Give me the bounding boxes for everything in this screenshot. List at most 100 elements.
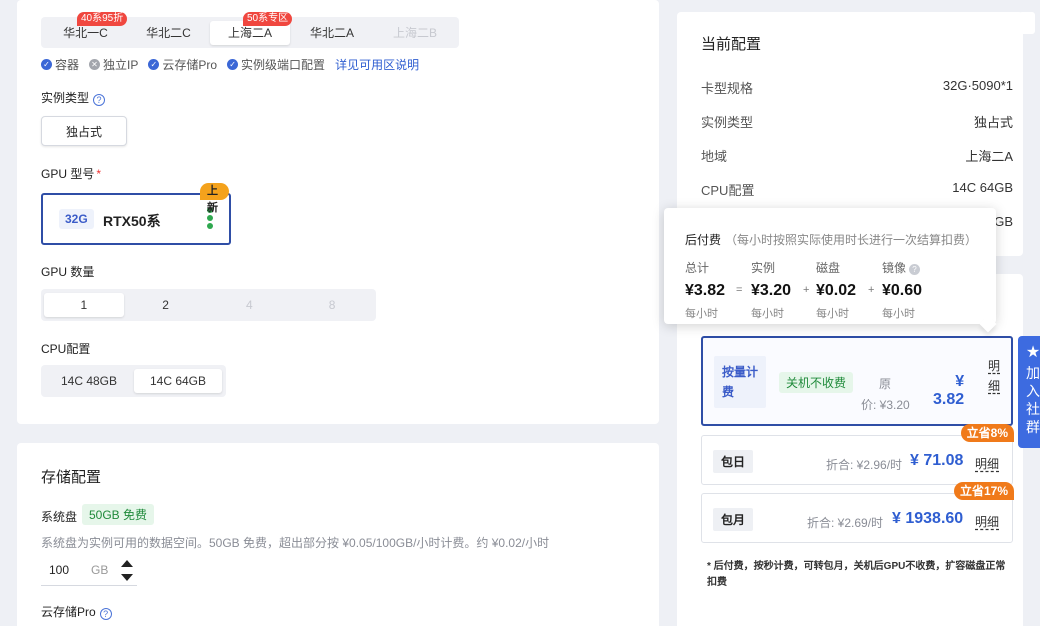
help-icon[interactable]: ? <box>99 608 112 620</box>
cpu-config-label: CPU配置 <box>41 342 91 356</box>
float-button-char: 社 <box>1026 401 1040 417</box>
system-disk-value[interactable]: 100 <box>49 563 69 577</box>
price-value: ¥0.02 <box>816 282 857 299</box>
check-icon: ✓ <box>41 59 52 70</box>
cpu-option-64[interactable]: 14C 64GB <box>134 369 222 393</box>
config-key: 地域 <box>701 149 728 164</box>
detail-line: 细 <box>988 379 1001 393</box>
price-breakdown-tooltip: 后付费 （每小时按照实际使用时长进行一次结算扣费） 总计 ¥3.82 每小时 = … <box>664 208 996 324</box>
gpu-count-option-1[interactable]: 1 <box>44 293 124 317</box>
required-mark: * <box>96 167 102 181</box>
region-tab-0[interactable]: 华北一C 40系95折 <box>44 11 128 45</box>
region-label: 上海二B <box>392 26 437 40</box>
plan-detail-link[interactable]: 明 细 <box>988 356 1000 396</box>
option-label: 14C 48GB <box>60 374 118 388</box>
plan-detail-link[interactable]: 明细 <box>975 455 999 472</box>
feature-label: 实例级端口配置 <box>241 58 326 72</box>
instance-type-text: 实例类型 <box>41 91 90 105</box>
free-badge: 50GB 免费 <box>82 504 155 525</box>
check-icon: ✓ <box>148 59 160 70</box>
price-label: 磁盘 <box>816 261 841 275</box>
float-button-char: 群 <box>1026 419 1040 435</box>
instance-config-card: 华北一C 40系95折 华北二C 上海二A 50系专区 华北二A 上海二B ✓ … <box>17 0 659 424</box>
feature-cloud: ✓ 云存储Pro <box>148 56 217 73</box>
config-row: 地域 上海二A <box>701 146 1013 165</box>
region-doc-link[interactable]: 详见可用区说明 <box>335 56 419 73</box>
config-row: 实例类型 独占式 <box>701 112 1013 131</box>
region-features: ✓ 容器 ✕ 独立IP ✓ 云存储Pro ✓ 实例级端口配置 详见可用区说明 <box>41 56 419 73</box>
gpu-model-text: GPU 型号 <box>41 167 95 181</box>
region-tab-1[interactable]: 华北二C <box>127 21 210 45</box>
original-price-line: 原 <box>879 377 892 391</box>
config-value: 14C 64GB <box>952 180 1013 195</box>
config-key: 卡型规格 <box>701 81 754 96</box>
price-amount: 3.82 <box>933 391 965 408</box>
join-community-button[interactable]: ★ 加 入 社 群 <box>1018 336 1040 448</box>
help-icon[interactable]: ? <box>909 264 921 275</box>
feature-label: 独立IP <box>103 58 139 72</box>
price-image: 镜像? ¥0.60 每小时 <box>882 259 922 321</box>
cpu-config-tabs: 14C 48GB 14C 64GB <box>41 365 226 397</box>
region-tabs: 华北一C 40系95折 华北二C 上海二A 50系专区 华北二A 上海二B <box>41 11 459 48</box>
option-label: 2 <box>162 298 169 312</box>
feature-ip: ✕ 独立IP <box>89 56 138 73</box>
price-value: ¥0.60 <box>882 282 923 299</box>
plan-name-line: 按量计 <box>722 365 759 379</box>
scrollbar-thumb[interactable] <box>1019 12 1035 34</box>
gpu-count-option-4: 4 <box>208 293 292 317</box>
gpu-count-option-2[interactable]: 2 <box>124 293 208 317</box>
check-icon: ✓ <box>227 59 239 70</box>
help-icon[interactable]: ? <box>93 94 106 106</box>
current-config-title: 当前配置 <box>701 36 762 53</box>
config-value: 32G·5090*1 <box>942 78 1013 93</box>
region-label: 华北二A <box>309 26 354 40</box>
original-price: 原 价: ¥3.20 <box>861 375 910 413</box>
gpu-memory-tag: 32G <box>59 209 94 229</box>
plan-monthly[interactable]: 包月 折合: ¥2.69/时 ¥ 1938.60 明细 立省17% <box>701 482 1014 543</box>
region-tab-2[interactable]: 上海二A 50系专区 <box>210 11 293 45</box>
region-label: 上海二A <box>227 26 272 40</box>
tooltip-title: 后付费 （每小时按照实际使用时长进行一次结算扣费） <box>685 231 977 248</box>
config-row: 卡型规格 32G·5090*1 <box>701 78 1013 97</box>
plan-detail-link[interactable]: 明细 <box>975 513 999 530</box>
storage-title: 存储配置 <box>41 469 102 486</box>
new-badge: 上新 <box>200 183 229 214</box>
plan-hourly[interactable]: 按量计 费 关机不收费 原 价: ¥3.20 ¥ 3.82 明 细 <box>701 336 1013 426</box>
price-instance: 实例 ¥3.20 每小时 <box>751 259 791 321</box>
billing-card: 按量计 费 关机不收费 原 价: ¥3.20 ¥ 3.82 明 细 包日 折合:… <box>677 274 1023 626</box>
option-label: 4 <box>246 298 253 312</box>
plus-sign: + <box>803 284 810 296</box>
price-unit: 每小时 <box>882 308 915 320</box>
system-disk-stepper[interactable]: 100 GB <box>41 556 137 586</box>
decrease-icon[interactable] <box>121 574 133 581</box>
option-label: 1 <box>80 298 88 312</box>
gpu-count-label: GPU 数量 <box>41 265 95 279</box>
gpu-count-tabs: 1 2 4 8 <box>41 289 376 321</box>
plan-name: 按量计 费 <box>714 356 767 408</box>
plan-daily[interactable]: 包日 折合: ¥2.96/时 ¥ 71.08 明细 立省8% <box>701 424 1014 485</box>
plan-name-line: 费 <box>722 385 735 399</box>
increase-icon[interactable] <box>121 560 133 567</box>
region-label: 华北一C <box>63 26 108 40</box>
price-unit: 每小时 <box>685 308 718 320</box>
save-badge: 立省17% <box>953 482 1014 500</box>
cpu-option-48[interactable]: 14C 48GB <box>44 369 134 393</box>
region-tab-4: 上海二B <box>374 21 456 45</box>
region-tab-3[interactable]: 华北二A <box>290 21 374 45</box>
price-value: ¥3.82 <box>685 282 726 299</box>
config-value: 上海二A <box>965 149 1013 164</box>
gpu-model-card[interactable]: 32G RTX50系 上新 <box>41 183 231 245</box>
config-key: CPU配置 <box>701 183 755 198</box>
instance-type-label: 实例类型? <box>41 89 106 106</box>
instance-type-option[interactable]: 独占式 <box>41 116 127 146</box>
region-badge: 40系95折 <box>77 11 128 26</box>
price-label: 总计 <box>685 261 710 275</box>
storage-config-card: 存储配置 系统盘 50GB 免费 系统盘为实例可用的数据空间。50GB 免费，超… <box>17 443 659 626</box>
gpu-model-label: GPU 型号 * <box>41 165 101 182</box>
tooltip-subtitle: （每小时按照实际使用时长进行一次结算扣费） <box>725 233 978 247</box>
billing-note: * 后付费，按秒计费，可转包月，关机后GPU不收费，扩容磁盘正常扣费 <box>707 561 1006 588</box>
star-icon: ★ <box>1025 344 1040 361</box>
gpu-name: RTX50系 <box>103 213 161 229</box>
price-unit: 每小时 <box>816 308 849 320</box>
float-button-char: 入 <box>1026 383 1040 399</box>
